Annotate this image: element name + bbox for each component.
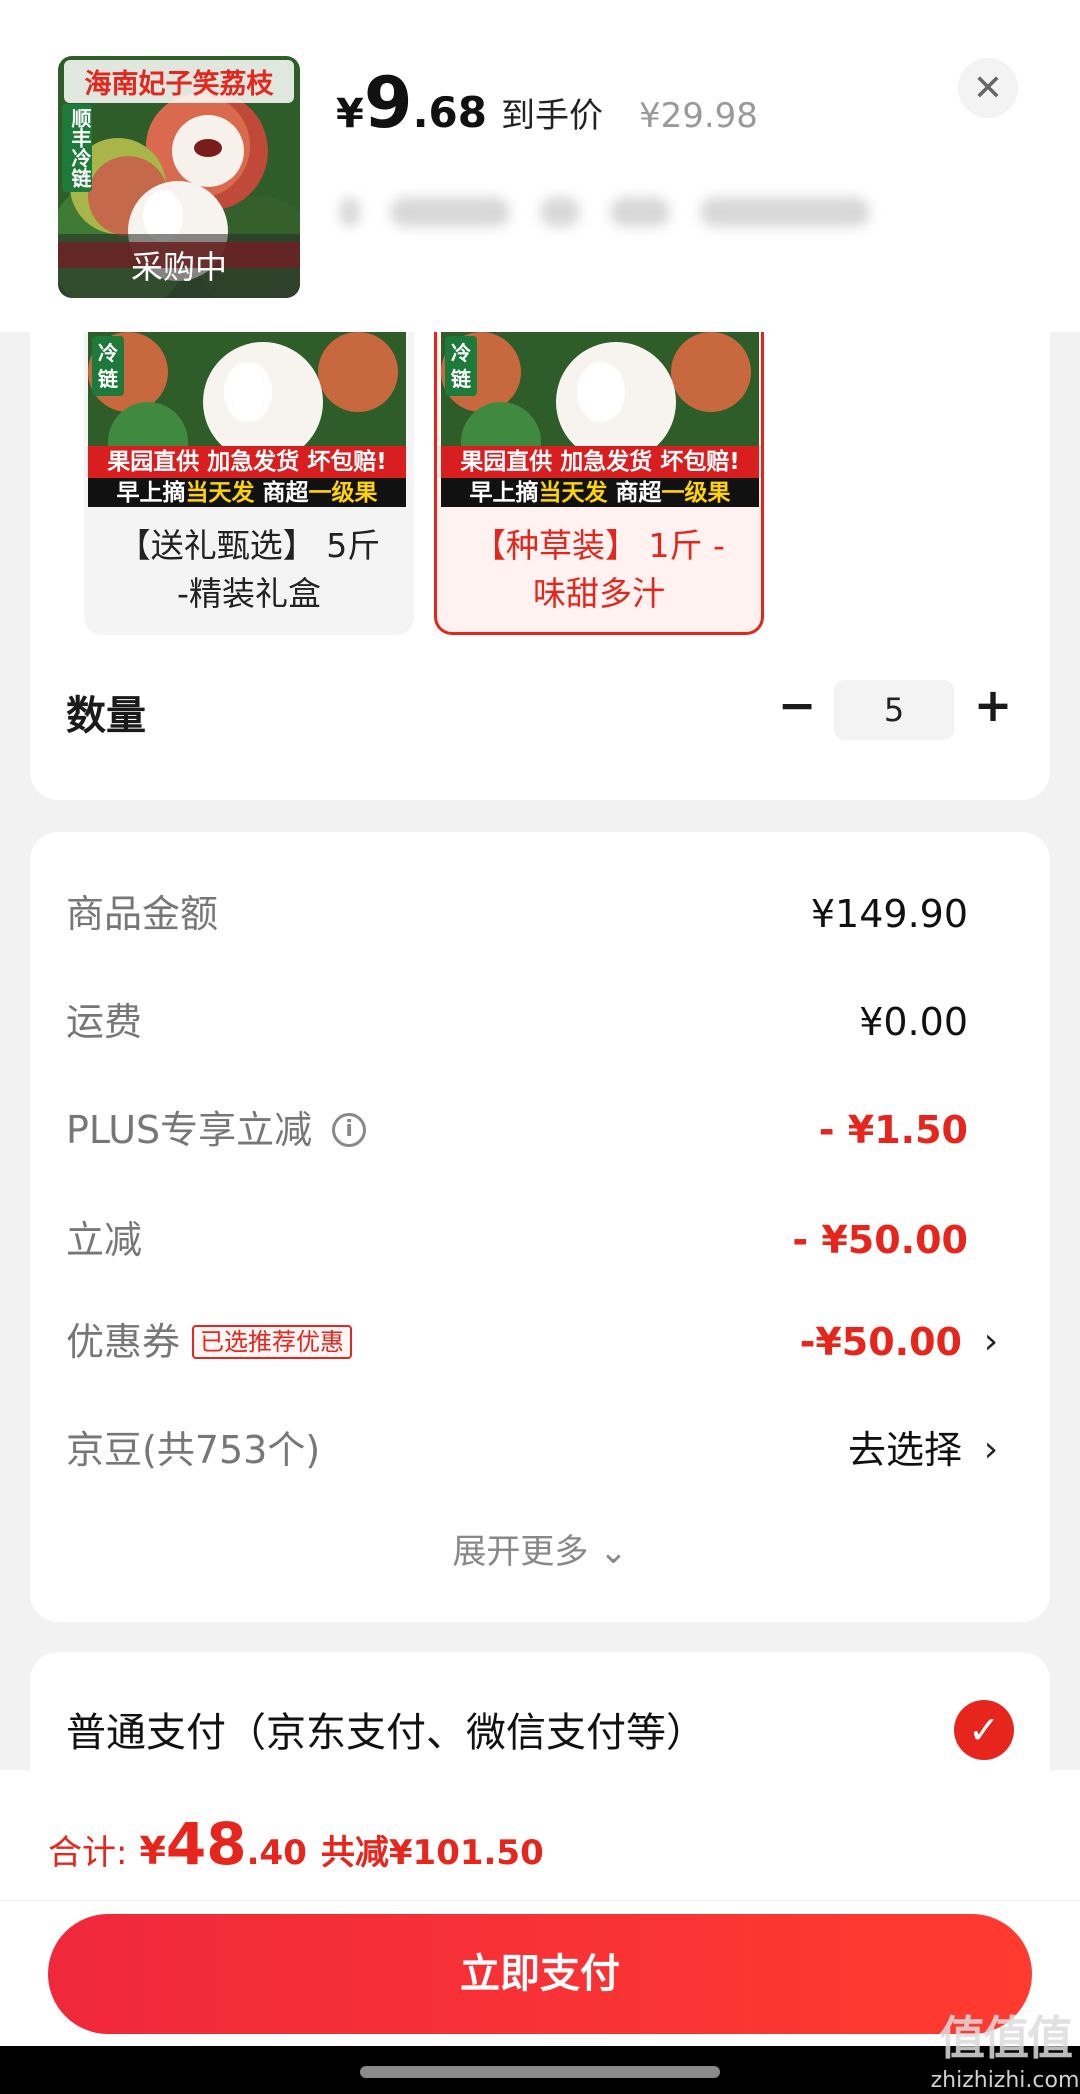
close-button[interactable]: ✕ [958, 58, 1018, 118]
fee-row-shipping: 运费 ¥0.00 [66, 992, 1006, 1052]
coupon-value: -¥50.00 [799, 1320, 962, 1364]
total-currency: ¥ [139, 1829, 166, 1873]
chevron-right-icon: › [983, 1429, 999, 1470]
price-integer: 9 [363, 62, 413, 144]
goods-amount-label: 商品金额 [66, 892, 219, 936]
cold-chain-badge: 冷链 [92, 336, 124, 396]
price-decimal: .68 [412, 88, 487, 137]
payment-method-label[interactable]: 普通支付（京东支付、微信支付等） [66, 1700, 706, 1758]
variant-label: 【种草装】 1斤 -味甜多汁 [473, 526, 725, 613]
goods-amount-value: ¥149.90 [810, 892, 968, 936]
total-label: 合计: [48, 1833, 128, 1873]
coupon-tag: 已选推荐优惠 [192, 1325, 353, 1359]
coupon-text: 优惠券 [66, 1320, 181, 1364]
watermark: 值值值 zhizhizhi.com [930, 2002, 1080, 2093]
promo-banner-secondary: 早上摘当天发 商超一级果 [441, 478, 759, 507]
price-row: ¥ 9 .68 到手价 ¥29.98 [336, 62, 758, 144]
expand-more-label: 展开更多 [452, 1532, 589, 1572]
product-header: 海南妃子笑荔枝 顺丰冷链 采购中 ¥ 9 .68 到手价 ¥29.98 ✕ [0, 0, 1080, 332]
chevron-down-icon: ⌄ [599, 1532, 628, 1572]
final-price-tag: 到手价 [500, 96, 603, 136]
fee-row-instant: 立减 - ¥50.00 [66, 1210, 1006, 1270]
blur-chunk [610, 197, 670, 227]
watermark-url: zhizhizhi.com [930, 2068, 1080, 2093]
blur-chunk [540, 197, 580, 227]
blurred-spec-text [340, 190, 940, 234]
close-icon: ✕ [972, 67, 1004, 109]
fee-row-plus: PLUS专享立减 i - ¥1.50 [66, 1100, 1006, 1160]
payment-selected-check[interactable]: ✓ [954, 1700, 1014, 1760]
cold-chain-badge: 顺丰冷链 [62, 104, 92, 192]
info-icon[interactable]: i [332, 1113, 367, 1147]
variant-label: 【送礼甄选】 5斤 -精装礼盒 [117, 526, 381, 613]
watermark-logo: 值值值 [939, 2011, 1073, 2065]
total-summary: 合计: ¥ 48 .40 共减¥101.50 [48, 1810, 544, 1878]
banner-text: 早上摘 [116, 480, 186, 506]
quantity-increase-button[interactable]: + [968, 680, 1018, 730]
quantity-label: 数量 [66, 693, 146, 739]
shipping-label: 运费 [66, 1000, 143, 1044]
shipping-value: ¥0.00 [859, 1000, 968, 1044]
divider [0, 1900, 1080, 1901]
banner-highlight: 一级果 [308, 480, 378, 506]
variant-option-trial[interactable]: 冷链 果园直供 加急发货 坏包赔! 早上摘当天发 商超一级果 【种草装】 1斤 … [434, 332, 764, 635]
thumbnail-status: 采购中 [130, 248, 227, 286]
blur-chunk [390, 197, 510, 227]
quantity-decrease-button[interactable]: − [772, 680, 822, 730]
thumbnail-title: 海南妃子笑荔枝 [64, 60, 294, 103]
fee-row-jingdou[interactable]: 京豆(共753个) 去选择 › [66, 1420, 1006, 1480]
original-price: ¥29.98 [638, 96, 758, 136]
variant-option-gift[interactable]: 冷链 果园直供 加急发货 坏包赔! 早上摘当天发 商超一级果 【送礼甄选】 5斤… [84, 332, 414, 635]
blur-chunk [700, 197, 870, 227]
total-integer: 48 [165, 1810, 247, 1878]
banner-highlight: 一级果 [661, 480, 731, 506]
promo-banner: 果园直供 加急发货 坏包赔! [88, 446, 406, 478]
check-icon: ✓ [968, 1708, 1000, 1752]
instant-discount-label: 立减 [66, 1218, 143, 1262]
banner-highlight: 当天发 [538, 480, 608, 506]
banner-text: 早上摘 [469, 480, 539, 506]
promo-banner-secondary: 早上摘当天发 商超一级果 [88, 478, 406, 507]
plus-discount-value: - ¥1.50 [818, 1108, 968, 1152]
blur-chunk [340, 197, 360, 227]
jingdou-label: 京豆(共753个) [66, 1428, 321, 1472]
plus-discount-label: PLUS专享立减 i [66, 1100, 367, 1160]
product-thumbnail: 海南妃子笑荔枝 顺丰冷链 采购中 [58, 56, 300, 298]
price-currency: ¥ [336, 91, 364, 137]
pay-now-button[interactable]: 立即支付 [48, 1914, 1032, 2034]
home-indicator[interactable] [360, 2066, 720, 2078]
variant-image: 冷链 果园直供 加急发货 坏包赔! 早上摘当天发 商超一级果 [88, 332, 406, 507]
checkout-sheet: 海南妃子笑荔枝 顺丰冷链 采购中 ¥ 9 .68 到手价 ¥29.98 ✕ 冷链… [0, 0, 1080, 2094]
total-savings: 共减¥101.50 [320, 1833, 544, 1873]
jingdou-value: 去选择 [847, 1428, 962, 1472]
quantity-input[interactable]: 5 [834, 680, 954, 740]
fee-row-coupon[interactable]: 优惠券 已选推荐优惠 -¥50.00 › [66, 1312, 1006, 1372]
plus-discount-text: PLUS专享立减 [66, 1108, 313, 1152]
total-decimal: .40 [246, 1833, 307, 1873]
promo-banner: 果园直供 加急发货 坏包赔! [441, 446, 759, 478]
coupon-label: 优惠券 已选推荐优惠 [66, 1312, 353, 1372]
variant-image: 冷链 果园直供 加急发货 坏包赔! 早上摘当天发 商超一级果 [441, 332, 759, 507]
banner-text: 商超 [254, 480, 309, 506]
expand-more-button[interactable]: 展开更多 ⌄ [0, 1524, 1080, 1573]
cold-chain-badge: 冷链 [445, 336, 477, 396]
chevron-right-icon: › [983, 1321, 999, 1362]
fee-row-goods: 商品金额 ¥149.90 [66, 884, 1006, 944]
banner-text: 商超 [607, 480, 662, 506]
instant-discount-value: - ¥50.00 [792, 1218, 968, 1262]
banner-highlight: 当天发 [185, 480, 255, 506]
